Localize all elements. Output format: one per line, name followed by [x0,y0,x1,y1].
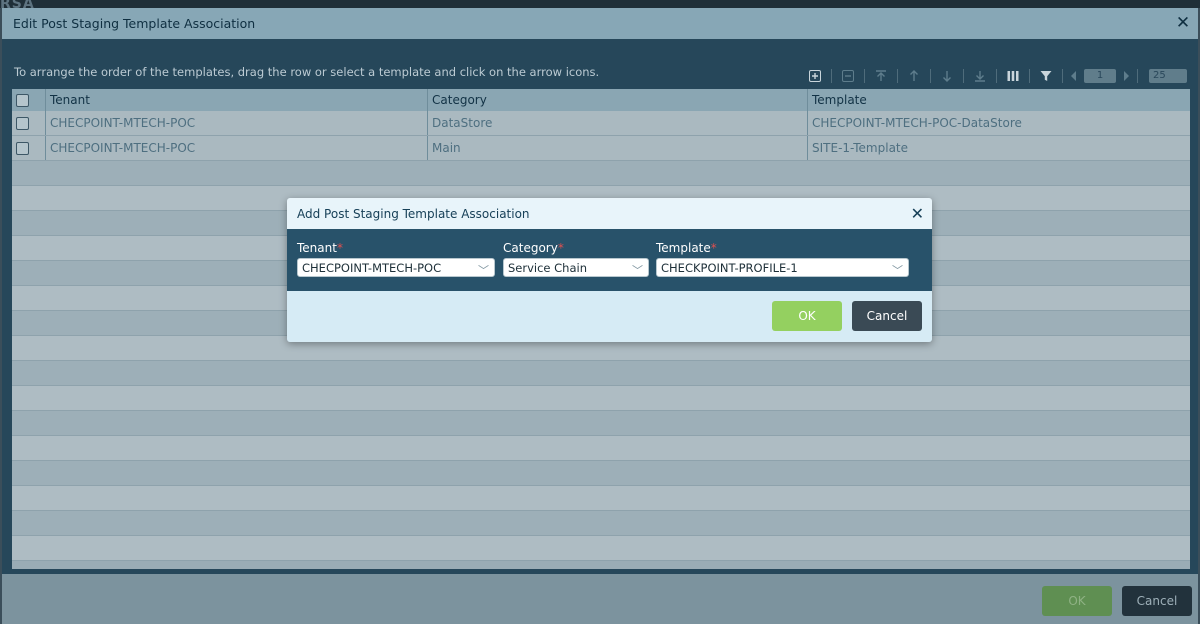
tenant-field: Tenant* CHECPOINT-MTECH-POC ﹀ [297,241,495,277]
category-select-value: Service Chain [508,260,588,275]
chevron-down-icon: ﹀ [892,264,903,277]
cell-category: Main [428,136,808,160]
add-icon[interactable] [804,67,826,85]
next-page-icon[interactable] [1120,67,1132,85]
modal-title: Add Post Staging Template Association [297,207,530,221]
template-select[interactable]: CHECKPOINT-PROFILE-1 ﹀ [656,258,909,277]
column-header-category[interactable]: Category [428,89,808,111]
remove-icon[interactable] [837,67,859,85]
cell-template: SITE-1-Template [812,141,909,155]
template-label-text: Template [656,241,711,255]
template-field: Template* CHECKPOINT-PROFILE-1 ﹀ [656,241,909,277]
table-row[interactable]: CHECPOINT-MTECH-POC DataStore CHECPOINT-… [12,111,1190,136]
toolbar-separator [963,69,964,83]
header-checkbox-cell [12,89,46,111]
empty-row [12,461,1190,486]
row-checkbox[interactable] [16,141,29,155]
tenant-select-value: CHECPOINT-MTECH-POC [302,260,442,275]
toolbar-separator [1029,69,1030,83]
select-all-checkbox[interactable] [16,93,29,107]
modal-footer: OK Cancel [287,291,932,342]
close-icon[interactable]: ✕ [911,205,924,223]
cell-tenant: CHECPOINT-MTECH-POC [46,136,428,160]
modal-header: Add Post Staging Template Association ✕ [287,198,932,229]
tenant-select[interactable]: CHECPOINT-MTECH-POC ﹀ [297,258,495,277]
cancel-button[interactable]: Cancel [1122,586,1192,616]
close-icon[interactable]: ✕ [1174,14,1192,32]
columns-icon[interactable] [1002,67,1024,85]
toolbar-separator [897,69,898,83]
toolbar-separator [864,69,865,83]
table-row[interactable]: CHECPOINT-MTECH-POC Main SITE-1-Template [12,136,1190,161]
chevron-down-icon: ﹀ [632,264,643,277]
toolbar-separator [930,69,931,83]
tenant-label: Tenant* [297,241,495,255]
empty-row [12,386,1190,411]
empty-row [12,161,1190,186]
add-post-staging-modal: Add Post Staging Template Association ✕ … [287,198,932,342]
toolbar-separator [1137,69,1138,83]
modal-ok-button[interactable]: OK [772,301,842,331]
template-select-value: CHECKPOINT-PROFILE-1 [661,260,798,275]
arrange-hint: To arrange the order of the templates, d… [14,65,600,79]
column-header-template[interactable]: Template [808,89,1190,111]
category-select[interactable]: Service Chain ﹀ [503,258,649,277]
page-number-input[interactable]: 1 [1084,69,1116,83]
row-checkbox[interactable] [16,116,29,130]
row-checkbox-cell [12,111,46,135]
tenant-label-text: Tenant [297,241,337,255]
move-top-icon[interactable] [870,67,892,85]
dialog-header: Edit Post Staging Template Association ✕ [2,8,1198,39]
column-header-tenant[interactable]: Tenant [46,89,428,111]
category-field: Category* Service Chain ﹀ [503,241,649,277]
empty-row [12,411,1190,436]
category-label: Category* [503,241,649,255]
template-label: Template* [656,241,909,255]
grid-toolbar: 1 25 [804,67,1187,85]
row-checkbox-cell [12,136,46,160]
dialog-title: Edit Post Staging Template Association [13,16,256,31]
filter-icon[interactable] [1035,67,1057,85]
cell-tenant: CHECPOINT-MTECH-POC [46,111,428,135]
toolbar-separator [1062,69,1063,83]
modal-cancel-button[interactable]: Cancel [852,301,922,331]
empty-row [12,511,1190,536]
background-strip: RSA [0,0,1200,12]
ok-button[interactable]: OK [1042,586,1112,616]
required-mark: * [710,241,717,255]
category-label-text: Category [503,241,558,255]
toolbar-separator [831,69,832,83]
required-mark: * [557,241,564,255]
move-up-icon[interactable] [903,67,925,85]
chevron-down-icon: ﹀ [478,264,489,277]
move-down-icon[interactable] [936,67,958,85]
prev-page-icon[interactable] [1068,67,1080,85]
cell-template: CHECPOINT-MTECH-POC-DataStore [812,116,1022,130]
move-bottom-icon[interactable] [969,67,991,85]
grid-header: Tenant Category Template [12,89,1190,111]
empty-row [12,361,1190,386]
empty-row [12,486,1190,511]
toolbar-separator [996,69,997,83]
page-size-select[interactable]: 25 [1149,69,1187,83]
empty-row [12,436,1190,461]
cell-category: DataStore [428,111,808,135]
dialog-footer: OK Cancel [2,574,1198,624]
empty-row [12,536,1190,561]
required-mark: * [336,241,343,255]
modal-body: Tenant* CHECPOINT-MTECH-POC ﹀ Category* … [287,229,932,291]
